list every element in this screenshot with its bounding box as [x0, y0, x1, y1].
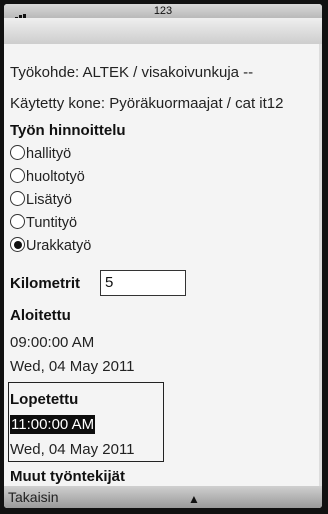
radio-lisatyo[interactable]: Lisätyö — [10, 191, 72, 211]
kilometers-label: Kilometrit — [10, 275, 81, 292]
radio-button-icon[interactable] — [10, 145, 25, 160]
finished-time-value[interactable]: 11:00:00 AM — [10, 415, 96, 434]
radio-urakkatyo[interactable]: Urakkatyö — [10, 237, 91, 257]
radio-tuntityo[interactable]: Tuntityö — [10, 214, 77, 234]
radio-hallityo[interactable]: hallityö — [10, 145, 71, 165]
radio-label: Lisätyö — [26, 192, 72, 208]
finished-label: Lopetettu — [10, 391, 79, 408]
header-band — [4, 18, 322, 44]
finished-date[interactable]: Wed, 04 May 2011 — [10, 441, 135, 458]
started-label: Aloitettu — [10, 307, 71, 324]
menu-arrow-icon[interactable]: ▲ — [188, 492, 200, 506]
back-softkey[interactable]: Takaisin — [8, 489, 59, 505]
machine-text: Käytetty kone: Pyöräkuormaajat / cat it1… — [10, 95, 284, 112]
radio-huoltotyo[interactable]: huoltotyö — [10, 168, 85, 188]
radio-button-icon[interactable] — [10, 168, 25, 183]
radio-button-checked-icon[interactable] — [10, 237, 25, 252]
pricing-title: Työn hinnoittelu — [10, 122, 126, 139]
softkey-bar: Takaisin ▲ — [4, 486, 322, 508]
started-time[interactable]: 09:00:00 AM — [10, 334, 94, 351]
radio-button-icon[interactable] — [10, 214, 25, 229]
radio-label: Tuntityö — [26, 215, 78, 231]
radio-label: Urakkatyö — [26, 238, 92, 254]
status-bar: 123 — [4, 4, 322, 24]
scrollbar[interactable] — [319, 44, 322, 486]
status-time: 123 — [153, 5, 173, 17]
other-workers-label: Muut työntekijät — [10, 468, 125, 485]
form-content: Työkohde: ALTEK / visakoivunkuja -- Käyt… — [4, 44, 322, 486]
radio-label: hallityö — [26, 146, 72, 162]
finished-time[interactable]: 11:00:00 AM — [10, 415, 96, 434]
work-site-text: Työkohde: ALTEK / visakoivunkuja -- — [10, 64, 254, 81]
phone-screen: 123 Työkohde: ALTEK / visakoivunkuja -- … — [4, 4, 322, 508]
radio-label: huoltotyö — [26, 169, 85, 185]
kilometers-input[interactable]: 5 — [100, 270, 186, 296]
radio-button-icon[interactable] — [10, 191, 25, 206]
started-date[interactable]: Wed, 04 May 2011 — [10, 358, 135, 375]
